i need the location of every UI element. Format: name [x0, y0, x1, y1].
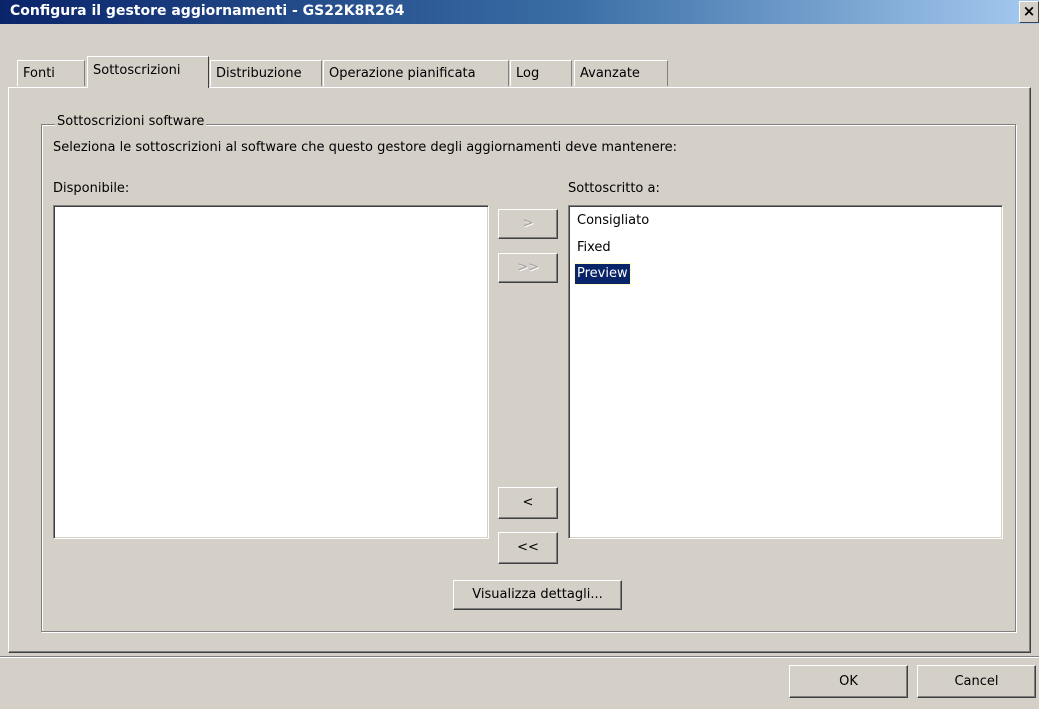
ok-button[interactable]: OK	[789, 665, 908, 698]
remove-button[interactable]: <	[498, 487, 558, 519]
footer-separator	[0, 656, 1039, 658]
tab-sottoscrizioni[interactable]: Sottoscrizioni	[87, 56, 209, 88]
tab-avanzate[interactable]: Avanzate	[574, 60, 668, 86]
subscribed-listbox[interactable]: Consigliato Fixed Preview	[568, 205, 1003, 539]
group-title: Sottoscrizioni software	[55, 114, 207, 129]
subscribed-label: Sottoscritto a:	[568, 181, 660, 196]
tab-operazione-pianificata[interactable]: Operazione pianificata	[323, 60, 509, 86]
available-listbox[interactable]	[53, 205, 489, 539]
tab-log[interactable]: Log	[510, 60, 572, 86]
group-description: Seleziona le sottoscrizioni al software …	[53, 140, 678, 155]
tab-fonti[interactable]: Fonti	[17, 60, 85, 86]
add-button[interactable]: >	[498, 209, 558, 239]
available-label: Disponibile:	[53, 181, 130, 196]
list-item-preview[interactable]: Preview	[574, 263, 631, 285]
list-item-consigliato[interactable]: Consigliato	[575, 211, 651, 231]
remove-all-button[interactable]: <<	[498, 532, 558, 564]
close-button[interactable]: ×	[1019, 1, 1039, 23]
list-item-fixed[interactable]: Fixed	[575, 238, 613, 258]
tab-distribuzione[interactable]: Distribuzione	[210, 60, 322, 86]
cancel-button[interactable]: Cancel	[917, 665, 1036, 698]
title-bar: Configura il gestore aggiornamenti - GS2…	[0, 0, 1039, 24]
window-title: Configura il gestore aggiornamenti - GS2…	[10, 3, 405, 19]
close-icon: ×	[1022, 2, 1036, 20]
view-details-button[interactable]: Visualizza dettagli...	[453, 580, 622, 610]
add-all-button[interactable]: >>	[498, 253, 558, 283]
